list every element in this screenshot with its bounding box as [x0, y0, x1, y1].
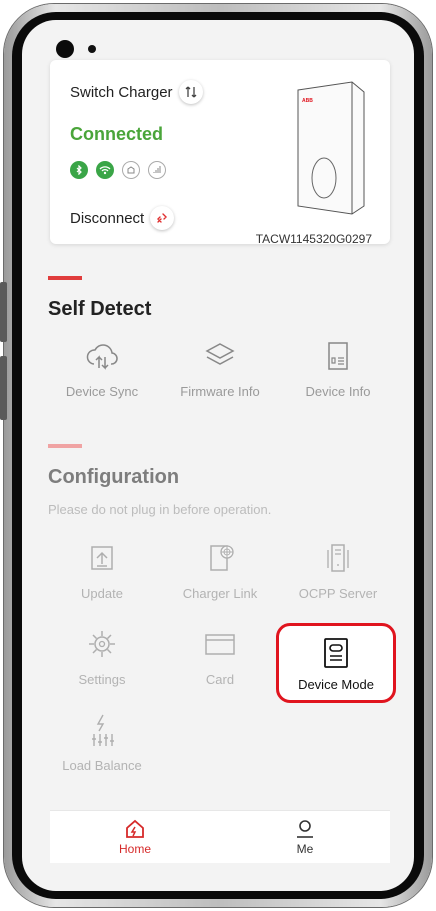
ethernet-icon: [122, 161, 140, 179]
charger-serial: TACW1145320G0297: [255, 232, 372, 246]
volume-down-button: [0, 356, 7, 420]
nav-me-label: Me: [296, 842, 314, 856]
unlink-icon[interactable]: [150, 206, 175, 230]
nav-me[interactable]: Me: [220, 811, 390, 863]
disconnect-row[interactable]: Disconnect: [70, 206, 175, 230]
device-mode-label: Device Mode: [298, 677, 374, 692]
card-label: Card: [205, 672, 235, 687]
home-icon: [126, 819, 144, 838]
device-sync-tile[interactable]: Device Sync: [42, 338, 162, 408]
settings-tile[interactable]: Settings: [42, 626, 162, 696]
document-icon: [328, 342, 348, 370]
switch-charger-row[interactable]: Switch Charger: [70, 80, 203, 104]
load-balance-label: Load Balance: [62, 758, 142, 773]
firmware-info-tile[interactable]: Firmware Info: [160, 338, 280, 408]
front-camera: [56, 40, 74, 58]
configuration-note: Please do not plug in before operation.: [48, 502, 272, 517]
app-screen: Switch Charger Connected Disconnect ABB …: [22, 20, 414, 891]
card-icon: [205, 634, 235, 655]
bluetooth-icon: [70, 161, 88, 179]
front-sensor: [88, 45, 96, 53]
switch-charger-label: Switch Charger: [70, 83, 173, 101]
cloud-sync-icon: [86, 344, 118, 370]
upload-box-icon: [91, 546, 113, 570]
load-balance-tile[interactable]: Load Balance: [42, 712, 162, 782]
gear-icon: [89, 631, 115, 657]
bottom-nav: Home Me: [50, 810, 390, 863]
switch-arrows-icon[interactable]: [178, 80, 203, 104]
charger-device-image: ABB: [297, 81, 365, 215]
device-info-label: Device Info: [305, 384, 371, 399]
wifi-icon: [96, 161, 114, 179]
disconnect-label: Disconnect: [70, 209, 145, 227]
layers-icon: [205, 343, 235, 365]
update-label: Update: [81, 586, 123, 601]
brand-mark: ABB: [302, 98, 313, 104]
charger-link-label: Charger Link: [182, 586, 258, 601]
card-tile[interactable]: Card: [160, 626, 280, 696]
device-info-tile[interactable]: Device Info: [278, 338, 398, 408]
volume-up-button: [0, 282, 7, 342]
load-balance-icon: [92, 714, 114, 746]
user-icon: [297, 820, 313, 838]
self-detect-title: Self Detect: [48, 298, 152, 320]
device-sync-label: Device Sync: [65, 384, 139, 399]
globe-card-icon: [210, 545, 234, 571]
configuration-title: Configuration: [48, 466, 180, 488]
charger-link-tile[interactable]: Charger Link: [160, 540, 280, 610]
server-icon: [327, 544, 349, 572]
update-tile[interactable]: Update: [42, 540, 162, 610]
device-mode-tile[interactable]: Device Mode: [276, 623, 396, 703]
ocpp-server-tile[interactable]: OCPP Server: [278, 540, 398, 610]
configuration-accent: [48, 444, 82, 448]
charger-card: Switch Charger Connected Disconnect ABB …: [50, 60, 390, 246]
connection-status-icons: [70, 161, 166, 179]
connection-status: Connected: [70, 124, 164, 144]
nav-home[interactable]: Home: [50, 811, 220, 863]
nav-home-label: Home: [118, 842, 151, 856]
self-detect-accent: [48, 276, 82, 280]
firmware-info-label: Firmware Info: [180, 384, 260, 399]
settings-label: Settings: [78, 672, 126, 687]
device-mode-icon: [324, 638, 348, 668]
cellular-icon: [148, 161, 166, 179]
ocpp-server-label: OCPP Server: [298, 586, 378, 601]
